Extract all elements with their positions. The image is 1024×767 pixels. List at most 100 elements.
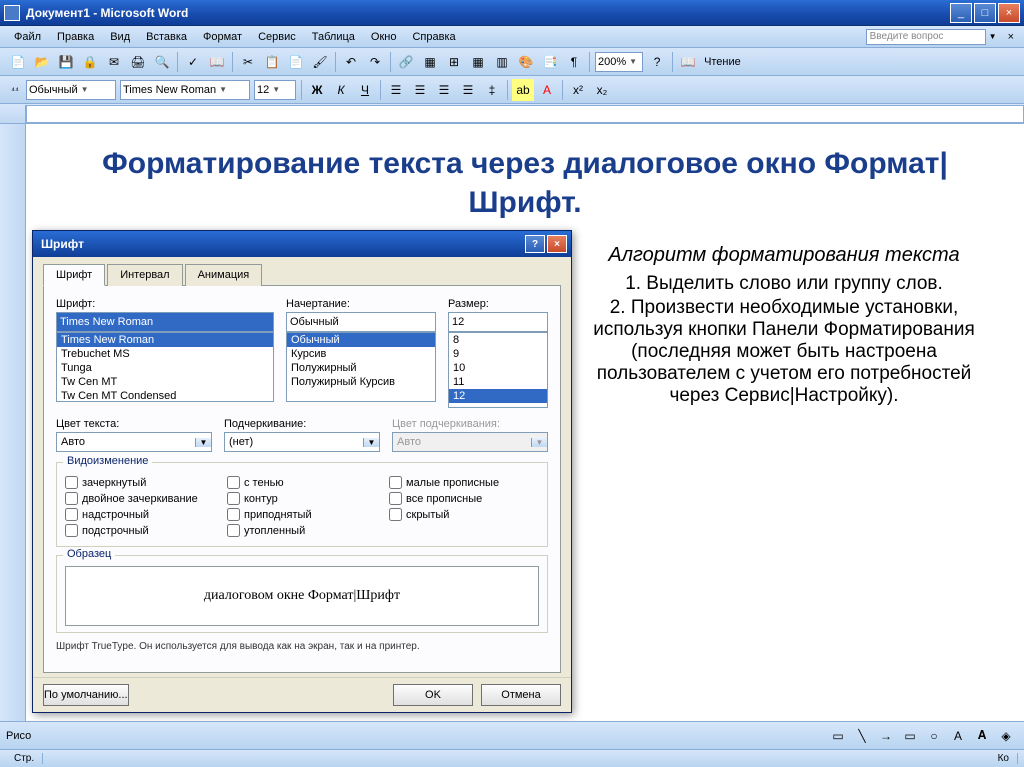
size-option[interactable]: 12 xyxy=(449,389,547,403)
check-emboss[interactable]: приподнятый xyxy=(227,508,377,521)
docmap-button[interactable]: 📑 xyxy=(539,51,561,73)
style-option[interactable]: Обычный xyxy=(287,333,435,347)
excel-button[interactable]: ▦ xyxy=(467,51,489,73)
ok-button[interactable]: OK xyxy=(393,684,473,706)
columns-button[interactable]: ▥ xyxy=(491,51,513,73)
style-option[interactable]: Полужирный Курсив xyxy=(287,375,435,389)
menu-table[interactable]: Таблица xyxy=(304,29,363,45)
check-hidden[interactable]: скрытый xyxy=(389,508,539,521)
check-smallcaps[interactable]: малые прописные xyxy=(389,476,539,489)
menu-file[interactable]: Файл xyxy=(6,29,49,45)
draw-label[interactable]: Рисо xyxy=(6,730,31,742)
dialog-close-button[interactable]: × xyxy=(547,235,567,253)
line-button[interactable]: ╲ xyxy=(851,725,873,747)
check-double-strike[interactable]: двойное зачеркивание xyxy=(65,492,215,505)
font-option[interactable]: Tw Cen MT Condensed xyxy=(57,389,273,402)
size-option[interactable]: 8 xyxy=(449,333,547,347)
wordart-button[interactable]: 𝐀 xyxy=(971,725,993,747)
check-shadow[interactable]: с тенью xyxy=(227,476,377,489)
document-close-button[interactable]: × xyxy=(1004,31,1018,43)
print-preview-button[interactable]: 🔍 xyxy=(151,51,173,73)
check-superscript[interactable]: надстрочный xyxy=(65,508,215,521)
color-dropdown[interactable]: Авто▼ xyxy=(56,432,212,452)
underline-button[interactable]: Ч xyxy=(354,79,376,101)
help-button[interactable]: ? xyxy=(646,51,668,73)
align-right-button[interactable]: ☰ xyxy=(433,79,455,101)
size-listbox[interactable]: 8 9 10 11 12 xyxy=(448,332,548,408)
copy-button[interactable]: 📋 xyxy=(261,51,283,73)
format-painter-button[interactable]: 🖌 xyxy=(309,51,331,73)
italic-button[interactable]: К xyxy=(330,79,352,101)
size-input[interactable] xyxy=(448,312,548,332)
email-button[interactable]: ✉ xyxy=(103,51,125,73)
save-button[interactable]: 💾 xyxy=(55,51,77,73)
menu-edit[interactable]: Правка xyxy=(49,29,102,45)
cancel-button[interactable]: Отмена xyxy=(481,684,561,706)
reading-icon[interactable]: 📖 xyxy=(677,51,699,73)
font-option[interactable]: Times New Roman xyxy=(57,333,273,347)
font-option[interactable]: Tunga xyxy=(57,361,273,375)
menu-tools[interactable]: Сервис xyxy=(250,29,304,45)
subscript-button[interactable]: x₂ xyxy=(591,79,613,101)
tab-font[interactable]: Шрифт xyxy=(43,264,105,286)
tab-spacing[interactable]: Интервал xyxy=(107,264,182,286)
print-button[interactable]: 🖨 xyxy=(127,51,149,73)
rect-button[interactable]: ▭ xyxy=(899,725,921,747)
check-engrave[interactable]: утопленный xyxy=(227,524,377,537)
reading-button[interactable]: Чтение xyxy=(700,56,745,68)
tab-animation[interactable]: Анимация xyxy=(185,264,263,286)
paste-button[interactable]: 📄 xyxy=(285,51,307,73)
default-button[interactable]: По умолчанию... xyxy=(43,684,129,706)
close-button[interactable]: × xyxy=(998,3,1020,23)
font-combo[interactable]: Times New Roman▼ xyxy=(120,80,250,100)
line-spacing-button[interactable]: ‡ xyxy=(481,79,503,101)
style-option[interactable]: Полужирный xyxy=(287,361,435,375)
arrow-button[interactable]: → xyxy=(875,725,897,747)
undo-button[interactable]: ↶ xyxy=(340,51,362,73)
tables-button[interactable]: ▦ xyxy=(419,51,441,73)
textbox-button[interactable]: A xyxy=(947,725,969,747)
research-button[interactable]: 📖 xyxy=(206,51,228,73)
zoom-combo[interactable]: 200%▼ xyxy=(595,52,643,72)
font-option[interactable]: Tw Cen MT xyxy=(57,375,273,389)
style-option[interactable]: Курсив xyxy=(287,347,435,361)
insert-table-button[interactable]: ⊞ xyxy=(443,51,465,73)
check-subscript[interactable]: подстрочный xyxy=(65,524,215,537)
dialog-titlebar[interactable]: Шрифт ? × xyxy=(33,231,571,257)
help-search-input[interactable] xyxy=(866,29,986,45)
check-allcaps[interactable]: все прописные xyxy=(389,492,539,505)
hyperlink-button[interactable]: 🔗 xyxy=(395,51,417,73)
align-justify-button[interactable]: ☰ xyxy=(457,79,479,101)
size-combo[interactable]: 12▼ xyxy=(254,80,296,100)
size-option[interactable]: 10 xyxy=(449,361,547,375)
autoshapes-button[interactable]: ▭ xyxy=(827,725,849,747)
size-option[interactable]: 11 xyxy=(449,375,547,389)
horizontal-ruler[interactable] xyxy=(26,105,1024,123)
menu-window[interactable]: Окно xyxy=(363,29,405,45)
oval-button[interactable]: ○ xyxy=(923,725,945,747)
styles-button[interactable]: ⁴⁴ xyxy=(7,79,23,101)
cut-button[interactable]: ✂ xyxy=(237,51,259,73)
underline-dropdown[interactable]: (нет)▼ xyxy=(224,432,380,452)
dialog-help-button[interactable]: ? xyxy=(525,235,545,253)
menu-insert[interactable]: Вставка xyxy=(138,29,195,45)
font-input[interactable] xyxy=(56,312,274,332)
menu-format[interactable]: Формат xyxy=(195,29,250,45)
font-listbox[interactable]: Times New Roman Trebuchet MS Tunga Tw Ce… xyxy=(56,332,274,402)
style-input[interactable] xyxy=(286,312,436,332)
spelling-button[interactable]: ✓ xyxy=(182,51,204,73)
vertical-ruler[interactable] xyxy=(0,124,26,721)
minimize-button[interactable]: _ xyxy=(950,3,972,23)
dropdown-icon[interactable]: ▼ xyxy=(986,32,1000,41)
superscript-button[interactable]: x² xyxy=(567,79,589,101)
align-center-button[interactable]: ☰ xyxy=(409,79,431,101)
drawing-button[interactable]: 🎨 xyxy=(515,51,537,73)
show-marks-button[interactable]: ¶ xyxy=(563,51,585,73)
maximize-button[interactable]: □ xyxy=(974,3,996,23)
menu-view[interactable]: Вид xyxy=(102,29,138,45)
diagram-button[interactable]: ◈ xyxy=(995,725,1017,747)
check-outline[interactable]: контур xyxy=(227,492,377,505)
bold-button[interactable]: Ж xyxy=(306,79,328,101)
menu-help[interactable]: Справка xyxy=(404,29,463,45)
highlight-button[interactable]: ab xyxy=(512,79,534,101)
